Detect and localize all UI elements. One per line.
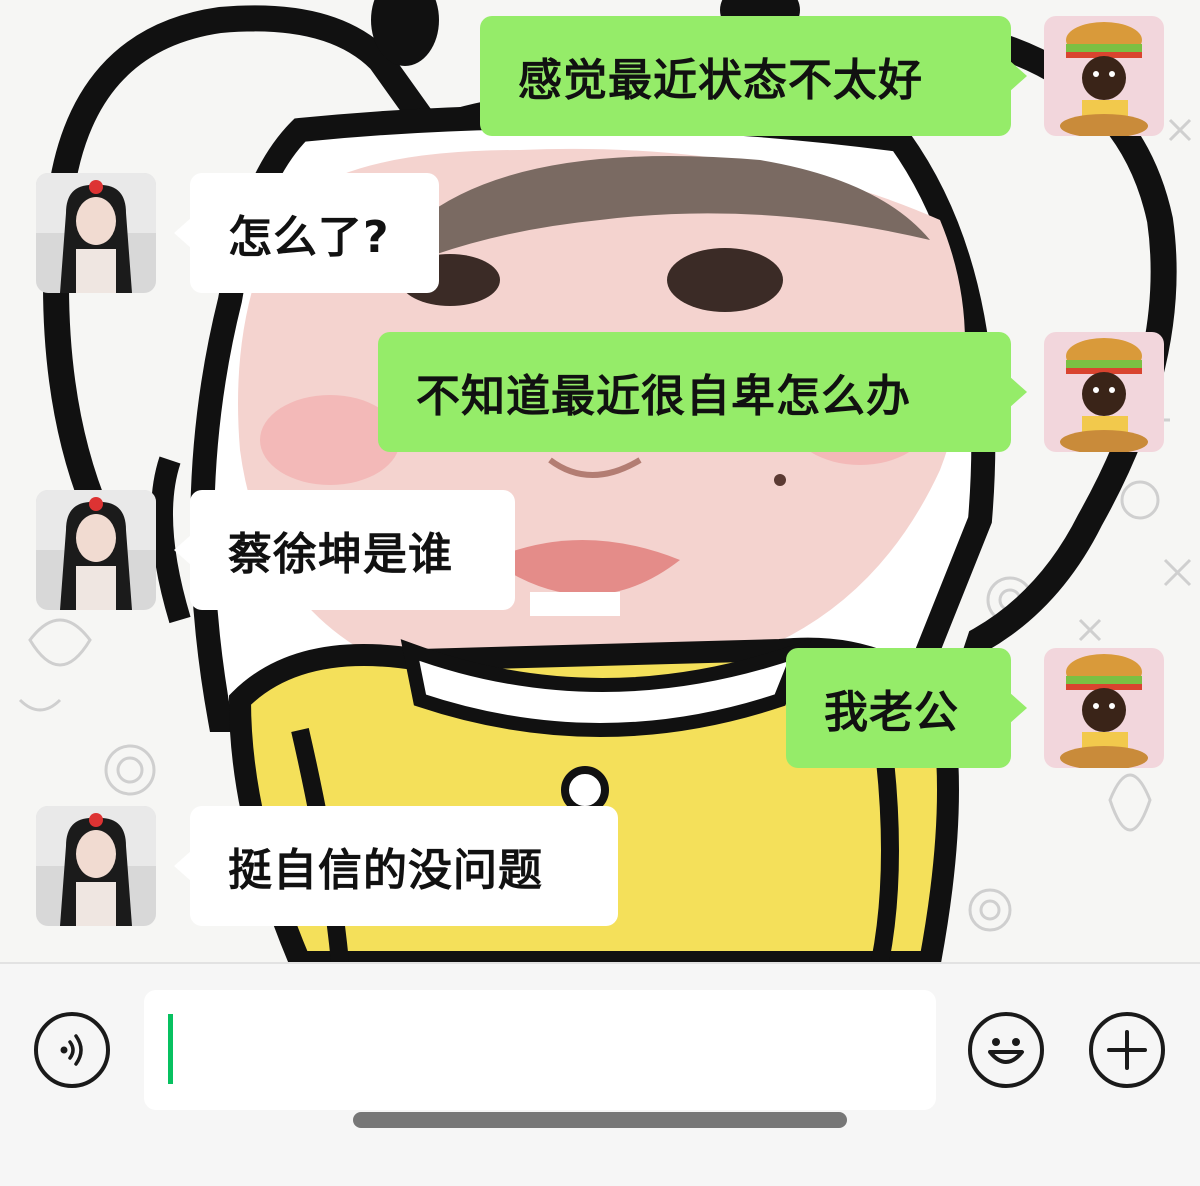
self-avatar-image [1044,648,1164,768]
self-avatar-image [1044,332,1164,452]
message-bubble-incoming[interactable]: 挺自信的没问题 [174,806,618,926]
self-avatar[interactable] [1044,16,1164,136]
contact-avatar[interactable] [36,490,156,610]
self-avatar[interactable] [1044,332,1164,452]
message-text: 怎么了? [228,212,390,263]
self-avatar-image [1044,16,1164,136]
input-bar [0,962,1200,1186]
contact-avatar-image [36,490,156,610]
message-bubble-outgoing[interactable]: 我老公 [786,648,1027,768]
message-bubble-outgoing[interactable]: 感觉最近状态不太好 [480,16,1027,136]
message-text: 不知道最近很自卑怎么办 [416,371,911,422]
contact-avatar-image [36,806,156,926]
message-bubble-incoming[interactable]: 怎么了? [174,173,439,293]
plus-icon [1107,1030,1147,1070]
more-button[interactable] [1089,1012,1165,1088]
message-text: 感觉最近状态不太好 [518,55,923,106]
emoji-button[interactable] [968,1012,1044,1088]
voice-icon [60,1034,83,1066]
text-caret [168,1014,173,1084]
home-indicator [353,1112,847,1128]
message-text: 挺自信的没问题 [228,845,543,896]
message-input[interactable] [144,990,936,1110]
message-bubble-outgoing[interactable]: 不知道最近很自卑怎么办 [378,332,1027,452]
contact-avatar[interactable] [36,173,156,293]
self-avatar[interactable] [1044,648,1164,768]
contact-avatar-image [36,173,156,293]
chat-area: 感觉最近状态不太好 怎么了? 不知道最近很自卑怎么办 蔡徐坤是谁 我老公 挺自信… [0,0,1200,962]
emoji-icon [988,1038,1024,1064]
voice-button[interactable] [34,1012,110,1088]
message-bubble-incoming[interactable]: 蔡徐坤是谁 [174,490,515,610]
message-text: 我老公 [824,687,959,738]
contact-avatar[interactable] [36,806,156,926]
message-text: 蔡徐坤是谁 [228,529,453,580]
